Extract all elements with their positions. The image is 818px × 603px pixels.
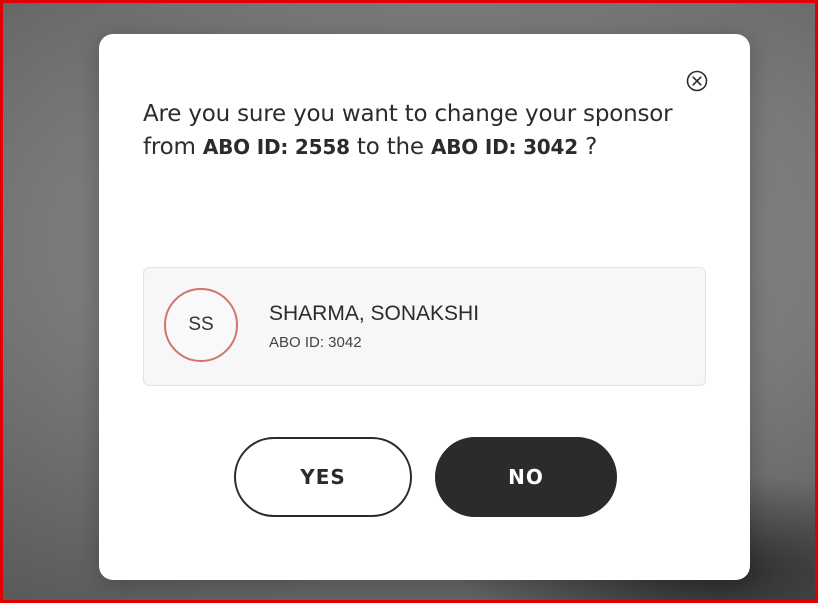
new-sponsor-id: ABO ID: 3042: [430, 135, 578, 159]
sponsor-abo-id: ABO ID: 3042: [269, 334, 362, 351]
yes-button[interactable]: YES: [234, 437, 412, 517]
message-end: ?: [577, 134, 598, 160]
change-sponsor-dialog: Are you sure you want to change your spo…: [99, 34, 750, 580]
confirmation-message: Are you sure you want to change your spo…: [143, 98, 703, 164]
sponsor-name: SHARMA, SONAKSHI: [269, 302, 480, 325]
close-button[interactable]: [685, 69, 709, 93]
current-sponsor-id: ABO ID: 2558: [202, 135, 350, 159]
sponsor-card: SS SHARMA, SONAKSHI ABO ID: 3042: [143, 267, 706, 386]
avatar: SS: [164, 288, 238, 362]
screen: Are you sure you want to change your spo…: [0, 0, 818, 603]
message-middle: to the: [349, 134, 431, 160]
close-circle-icon: [686, 70, 708, 92]
no-button[interactable]: NO: [435, 437, 617, 517]
